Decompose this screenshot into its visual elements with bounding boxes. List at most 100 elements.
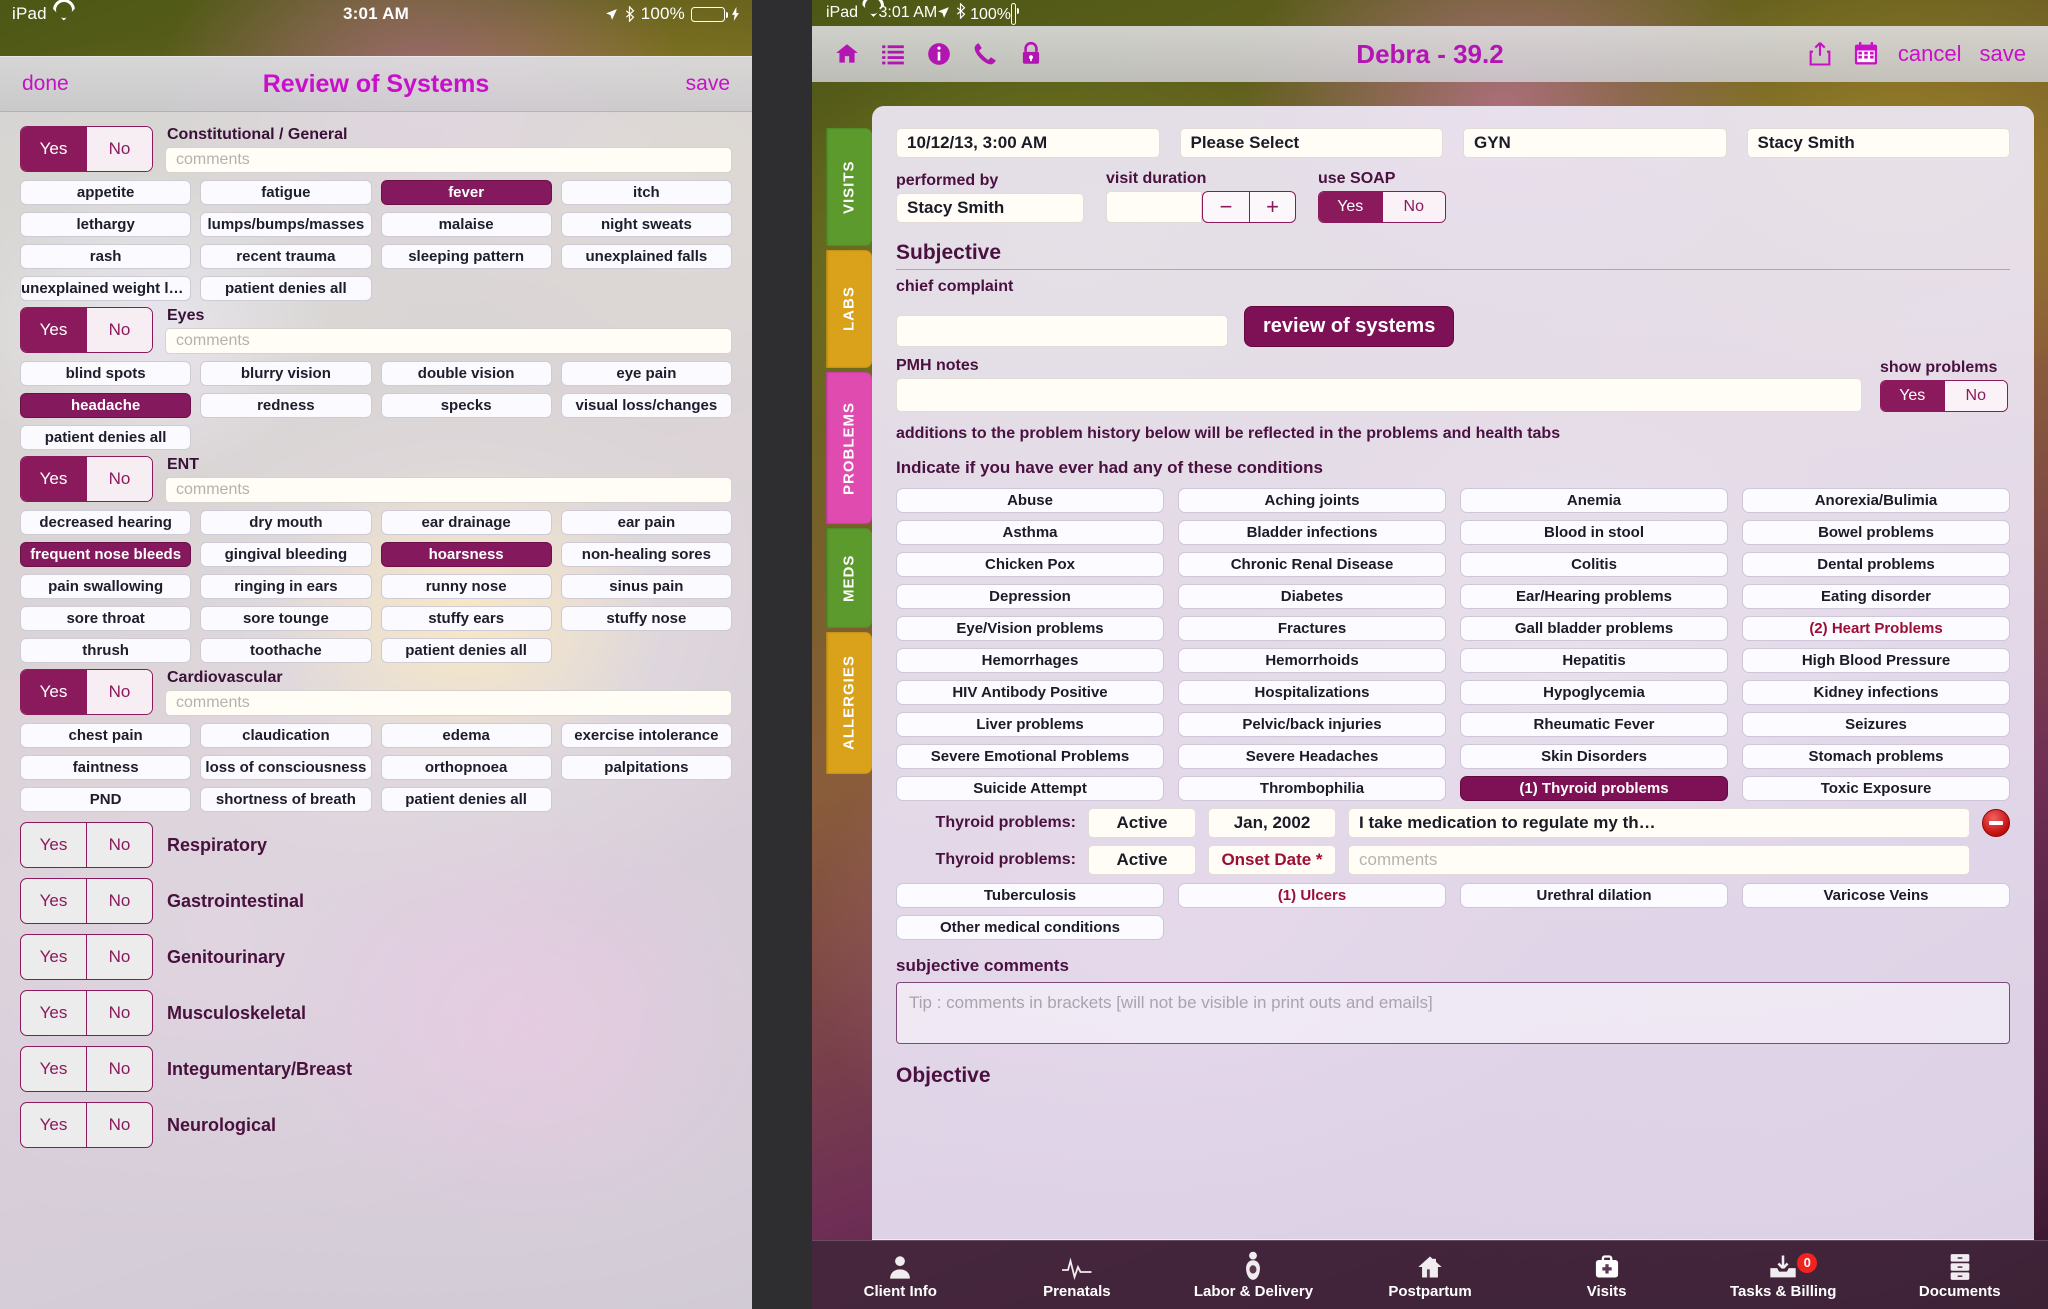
ros-no-option[interactable]: No <box>86 935 152 979</box>
save-button[interactable]: save <box>686 72 730 96</box>
visit-date-field[interactable]: 10/12/13, 3:00 AM <box>896 128 1160 158</box>
calendar-icon[interactable] <box>1852 40 1880 68</box>
duration-decrement-button[interactable]: − <box>1203 192 1249 222</box>
ros-yes-no-toggle[interactable]: Yes No <box>20 669 153 715</box>
condition-button[interactable]: Depression <box>896 584 1164 609</box>
ros-symptom-button[interactable]: ear drainage <box>380 510 552 535</box>
ros-symptom-button[interactable]: dry mouth <box>200 510 372 535</box>
condition-button[interactable]: Bladder infections <box>1178 520 1446 545</box>
ros-symptom-button[interactable]: chest pain <box>20 723 192 748</box>
info-icon[interactable] <box>926 41 952 67</box>
performed-by-field[interactable]: Stacy Smith <box>896 193 1084 223</box>
ros-yes-option[interactable]: Yes <box>21 935 86 979</box>
condition-button[interactable]: Anorexia/Bulimia <box>1742 488 2010 513</box>
tab-visits[interactable]: Visits <box>1518 1251 1695 1300</box>
ros-symptom-button[interactable]: sinus pain <box>560 574 732 599</box>
condition-button[interactable]: Chronic Renal Disease <box>1178 552 1446 577</box>
ros-symptom-button[interactable]: hoarsness <box>380 542 552 567</box>
cancel-button[interactable]: cancel <box>1898 41 1962 67</box>
ros-yes-no-toggle[interactable]: Yes No <box>20 456 153 502</box>
condition-button[interactable]: Hemorrhoids <box>1178 648 1446 673</box>
ros-symptom-button[interactable]: night sweats <box>560 212 732 237</box>
share-icon[interactable] <box>1806 40 1834 68</box>
tab-documents[interactable]: Documents <box>1871 1251 2048 1300</box>
save-button[interactable]: save <box>1980 41 2026 67</box>
ros-no-option[interactable]: No <box>86 991 152 1035</box>
condition-button[interactable]: Varicose Veins <box>1742 883 2010 908</box>
ros-no-option[interactable]: No <box>86 1103 152 1147</box>
condition-button[interactable]: Eating disorder <box>1742 584 2010 609</box>
condition-button[interactable]: Hemorrhages <box>896 648 1164 673</box>
ros-yes-no-toggle[interactable]: Yes No <box>20 1102 153 1148</box>
pmh-input[interactable] <box>896 378 1862 412</box>
ros-symptom-button[interactable]: stuffy ears <box>380 606 552 631</box>
ros-no-option[interactable]: No <box>86 879 152 923</box>
condition-button[interactable]: Toxic Exposure <box>1742 776 2010 801</box>
ros-symptom-button[interactable]: orthopnoea <box>380 755 552 780</box>
problem-status-select[interactable]: Active <box>1088 845 1196 875</box>
home-icon[interactable] <box>834 41 860 67</box>
ros-symptom-button[interactable]: runny nose <box>380 574 552 599</box>
ros-symptom-button[interactable]: unexplained falls <box>560 244 732 269</box>
show-problems-yes[interactable]: Yes <box>1881 381 1944 411</box>
side-tab-labs[interactable]: Labs <box>826 250 872 368</box>
condition-button[interactable]: Urethral dilation <box>1460 883 1728 908</box>
ros-symptom-button[interactable]: lethargy <box>20 212 192 237</box>
ros-comments-input[interactable]: comments <box>165 477 732 503</box>
ros-symptom-button[interactable]: itch <box>560 180 732 205</box>
ros-symptom-button[interactable]: faintness <box>20 755 192 780</box>
ros-yes-option[interactable]: Yes <box>21 823 86 867</box>
ros-yes-no-toggle[interactable]: Yes No <box>20 878 153 924</box>
condition-button[interactable]: High Blood Pressure <box>1742 648 2010 673</box>
ros-symptom-button[interactable]: loss of consciousness <box>200 755 372 780</box>
condition-button[interactable]: Kidney infections <box>1742 680 2010 705</box>
ros-symptom-button[interactable]: fever <box>380 180 552 205</box>
ros-yes-option[interactable]: Yes <box>21 1047 86 1091</box>
side-tab-allergies[interactable]: Allergies <box>826 632 872 774</box>
condition-button[interactable]: Bowel problems <box>1742 520 2010 545</box>
ros-symptom-button[interactable]: edema <box>380 723 552 748</box>
duration-increment-button[interactable]: + <box>1249 192 1295 222</box>
tab-prenatals[interactable]: Prenatals <box>989 1251 1166 1300</box>
ros-symptom-button[interactable]: specks <box>380 393 552 418</box>
tab-postpartum[interactable]: Postpartum <box>1342 1251 1519 1300</box>
ros-yes-no-toggle[interactable]: Yes No <box>20 990 153 1036</box>
side-tab-problems[interactable]: Problems <box>826 372 872 524</box>
problem-onset-date[interactable]: Onset Date * <box>1208 845 1336 875</box>
ros-symptom-button[interactable]: lumps/bumps/masses <box>200 212 372 237</box>
ros-symptom-button[interactable]: frequent nose bleeds <box>20 542 192 567</box>
ros-yes-option[interactable]: Yes <box>21 670 86 714</box>
ros-yes-option[interactable]: Yes <box>21 457 86 501</box>
ros-symptom-button[interactable]: sore throat <box>20 606 192 631</box>
visit-category-select[interactable]: GYN <box>1463 128 1727 158</box>
problem-status-select[interactable]: Active <box>1088 808 1196 838</box>
condition-button[interactable]: Liver problems <box>896 712 1164 737</box>
condition-button[interactable]: Suicide Attempt <box>896 776 1164 801</box>
ros-yes-no-toggle[interactable]: Yes No <box>20 307 153 353</box>
condition-button[interactable]: Other medical conditions <box>896 915 1164 940</box>
problem-comment-input[interactable]: comments <box>1348 845 1970 875</box>
condition-button[interactable]: (1) Thyroid problems <box>1460 776 1728 801</box>
condition-button[interactable]: Chicken Pox <box>896 552 1164 577</box>
ros-no-option[interactable]: No <box>86 823 152 867</box>
ros-symptom-button[interactable]: visual loss/changes <box>560 393 732 418</box>
condition-button[interactable]: Anemia <box>1460 488 1728 513</box>
ros-comments-input[interactable]: comments <box>165 690 732 716</box>
subjective-comments-textarea[interactable]: Tip : comments in brackets [will not be … <box>896 982 2010 1044</box>
ros-no-option[interactable]: No <box>86 457 152 501</box>
ros-symptom-button[interactable]: unexplained weight loss <box>20 276 192 301</box>
condition-button[interactable]: Stomach problems <box>1742 744 2010 769</box>
condition-button[interactable]: Fractures <box>1178 616 1446 641</box>
ros-yes-no-toggle[interactable]: Yes No <box>20 126 153 172</box>
ros-no-option[interactable]: No <box>86 127 152 171</box>
use-soap-toggle[interactable]: Yes No <box>1318 191 1446 223</box>
condition-button[interactable]: Hospitalizations <box>1178 680 1446 705</box>
ros-symptom-button[interactable]: claudication <box>200 723 372 748</box>
ros-no-option[interactable]: No <box>86 1047 152 1091</box>
tab-client-info[interactable]: Client Info <box>812 1251 989 1300</box>
side-tab-meds[interactable]: Meds <box>826 528 872 628</box>
condition-button[interactable]: Seizures <box>1742 712 2010 737</box>
visit-duration-value[interactable] <box>1106 191 1202 223</box>
condition-button[interactable]: Severe Headaches <box>1178 744 1446 769</box>
ros-no-option[interactable]: No <box>86 308 152 352</box>
